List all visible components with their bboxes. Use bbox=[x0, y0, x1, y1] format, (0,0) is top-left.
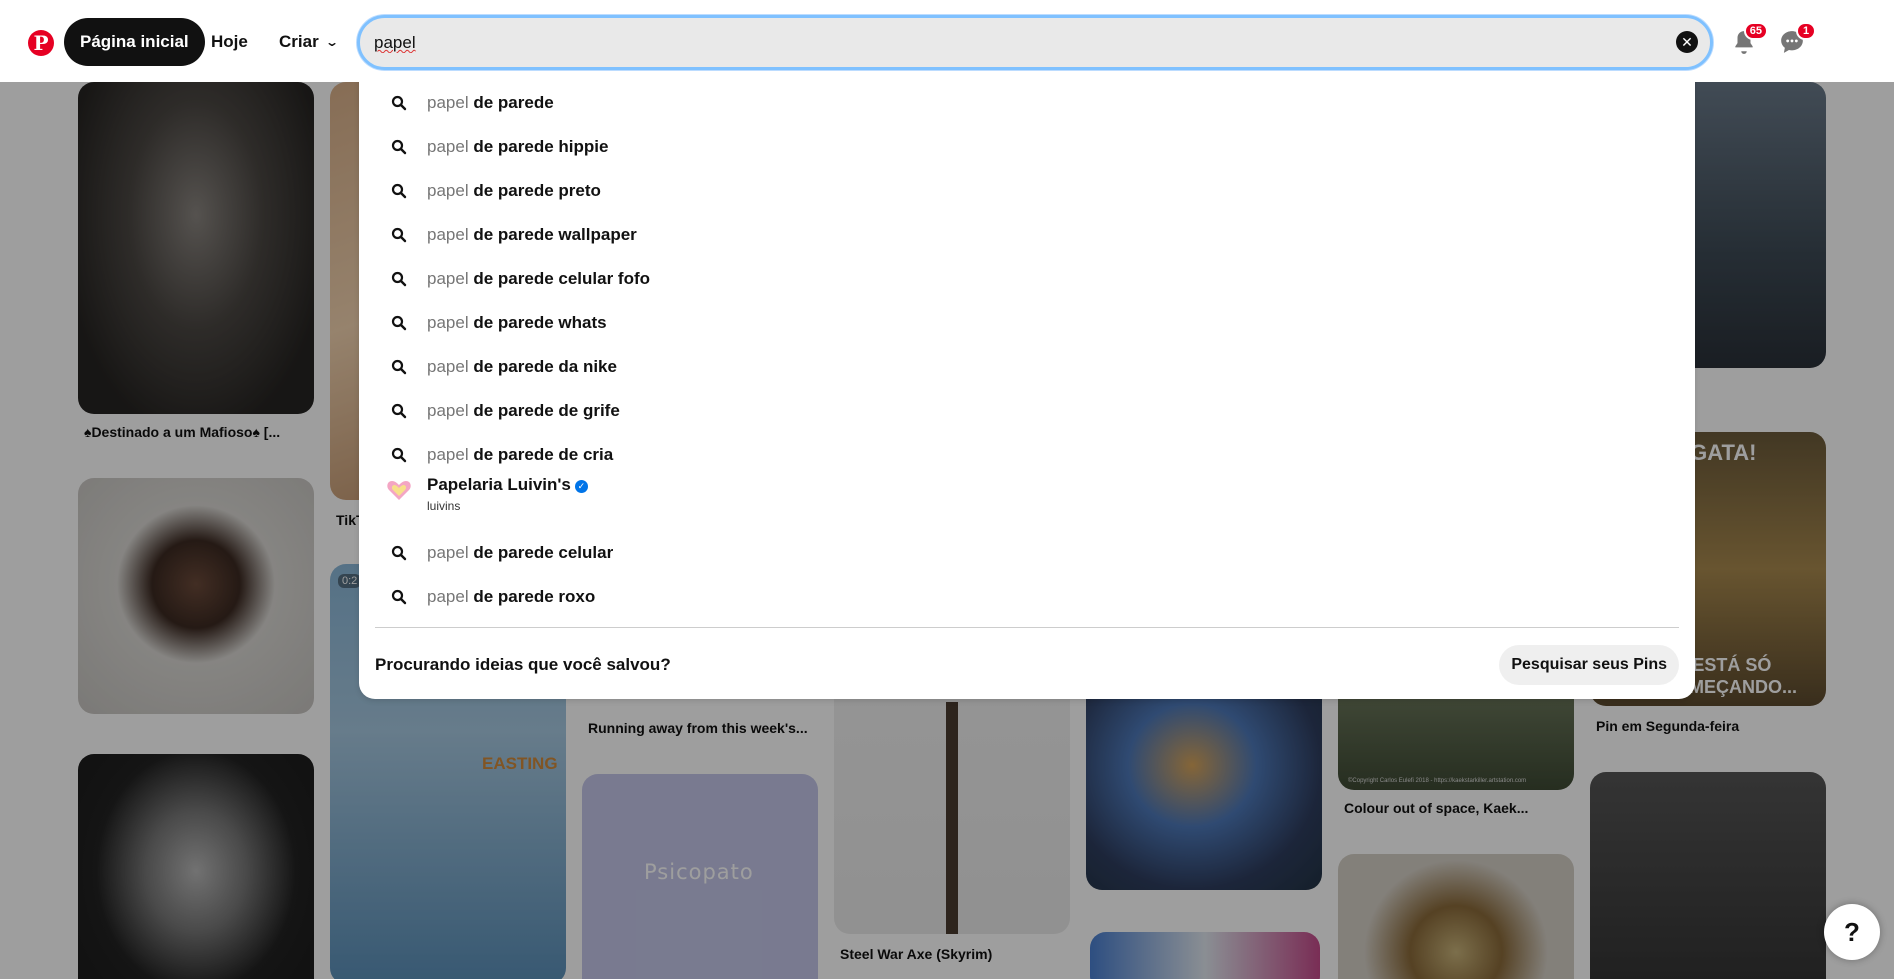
search-suggestion[interactable]: papel de parede celular bbox=[359, 531, 1695, 575]
suggestion-prefix: papel bbox=[427, 445, 469, 464]
search-bar[interactable]: ✕ bbox=[357, 15, 1713, 70]
suggestion-completion: de parede de grife bbox=[473, 401, 620, 420]
suggestion-text: papel de parede bbox=[427, 93, 554, 113]
search-icon bbox=[391, 403, 407, 419]
search-icon bbox=[391, 359, 407, 375]
chevron-down-icon: ⌄ bbox=[324, 35, 339, 49]
suggestion-prefix: papel bbox=[427, 357, 469, 376]
verified-check-icon: ✓ bbox=[574, 480, 588, 493]
suggestion-completion: de parede da nike bbox=[473, 357, 617, 376]
suggestion-prefix: papel bbox=[427, 269, 469, 288]
search-icon bbox=[391, 271, 407, 287]
search-suggestion[interactable]: papel de parede hippie bbox=[359, 125, 1695, 169]
suggestion-completion: de parede roxo bbox=[473, 587, 596, 606]
suggestion-completion: de parede bbox=[473, 93, 554, 112]
suggestion-text: papel de parede preto bbox=[427, 181, 601, 201]
suggestion-prefix: papel bbox=[427, 587, 469, 606]
search-icon bbox=[391, 315, 407, 331]
top-nav-bar: P Página inicial Hoje Criar ⌄ ✕ 65 1 bbox=[0, 0, 1894, 82]
account-suggestion[interactable]: Papelaria Luivin's ✓ luivins bbox=[359, 467, 1695, 523]
suggestion-text: papel de parede da nike bbox=[427, 357, 617, 377]
divider bbox=[375, 627, 1679, 628]
search-icon bbox=[391, 95, 407, 111]
help-button[interactable]: ? bbox=[1824, 904, 1880, 960]
clear-search-icon[interactable]: ✕ bbox=[1676, 31, 1698, 53]
suggestion-prefix: papel bbox=[427, 181, 469, 200]
suggestion-prefix: papel bbox=[427, 543, 469, 562]
notifications-button[interactable]: 65 bbox=[1726, 22, 1768, 60]
search-icon bbox=[391, 589, 407, 605]
suggestion-prefix: papel bbox=[427, 225, 469, 244]
search-your-pins-button[interactable]: Pesquisar seus Pins bbox=[1499, 645, 1679, 685]
search-input[interactable] bbox=[374, 28, 1574, 58]
nav-home-button[interactable]: Página inicial bbox=[64, 18, 205, 66]
account-name: Papelaria Luivin's ✓ bbox=[427, 475, 588, 495]
suggestion-text: papel de parede de grife bbox=[427, 401, 620, 421]
search-suggestion[interactable]: papel de parede roxo bbox=[359, 575, 1695, 619]
search-suggestion[interactable]: papel de parede da nike bbox=[359, 345, 1695, 389]
search-icon bbox=[391, 447, 407, 463]
search-suggestion[interactable]: papel de parede bbox=[359, 81, 1695, 125]
suggestion-completion: de parede celular bbox=[473, 543, 614, 562]
search-suggestions-dropdown: papel de parede papel de parede hippie pap… bbox=[359, 67, 1695, 699]
suggestion-text: papel de parede celular fofo bbox=[427, 269, 650, 289]
suggestion-text: papel de parede wallpaper bbox=[427, 225, 637, 245]
search-icon bbox=[391, 227, 407, 243]
search-suggestion[interactable]: papel de parede de grife bbox=[359, 389, 1695, 433]
account-avatar bbox=[384, 475, 414, 505]
messages-badge: 1 bbox=[1796, 22, 1816, 40]
search-icon bbox=[391, 139, 407, 155]
heart-logo-icon bbox=[387, 481, 411, 500]
search-icon bbox=[391, 545, 407, 561]
search-suggestion[interactable]: papel de parede preto bbox=[359, 169, 1695, 213]
suggestion-text: papel de parede whats bbox=[427, 313, 607, 333]
suggestion-completion: de parede preto bbox=[473, 181, 601, 200]
suggestion-completion: de parede celular fofo bbox=[473, 269, 651, 288]
suggestion-completion: de parede wallpaper bbox=[473, 225, 637, 244]
suggestion-completion: de parede whats bbox=[473, 313, 607, 332]
suggestion-prefix: papel bbox=[427, 313, 469, 332]
messages-button[interactable]: 1 bbox=[1774, 22, 1816, 60]
nav-create-menu[interactable]: Criar ⌄ bbox=[279, 18, 339, 66]
suggestion-text: papel de parede celular bbox=[427, 543, 613, 563]
account-username: luivins bbox=[427, 499, 461, 513]
suggestion-prefix: papel bbox=[427, 401, 469, 420]
search-suggestion[interactable]: papel de parede celular fofo bbox=[359, 257, 1695, 301]
pinterest-logo-icon[interactable]: P bbox=[28, 30, 54, 56]
suggestion-text: papel de parede roxo bbox=[427, 587, 595, 607]
nav-create-label: Criar bbox=[279, 32, 319, 51]
saved-ideas-question: Procurando ideias que você salvou? bbox=[375, 655, 671, 674]
suggestion-prefix: papel bbox=[427, 93, 469, 112]
suggestion-text: papel de parede de cria bbox=[427, 445, 613, 465]
suggestion-completion: de parede hippie bbox=[473, 137, 609, 156]
search-icon bbox=[391, 183, 407, 199]
notifications-badge: 65 bbox=[1743, 22, 1768, 40]
nav-today-link[interactable]: Hoje bbox=[211, 18, 248, 66]
suggestion-text: papel de parede hippie bbox=[427, 137, 608, 157]
search-suggestion[interactable]: papel de parede wallpaper bbox=[359, 213, 1695, 257]
suggestion-completion: de parede de cria bbox=[473, 445, 614, 464]
search-suggestion[interactable]: papel de parede whats bbox=[359, 301, 1695, 345]
suggestion-prefix: papel bbox=[427, 137, 469, 156]
